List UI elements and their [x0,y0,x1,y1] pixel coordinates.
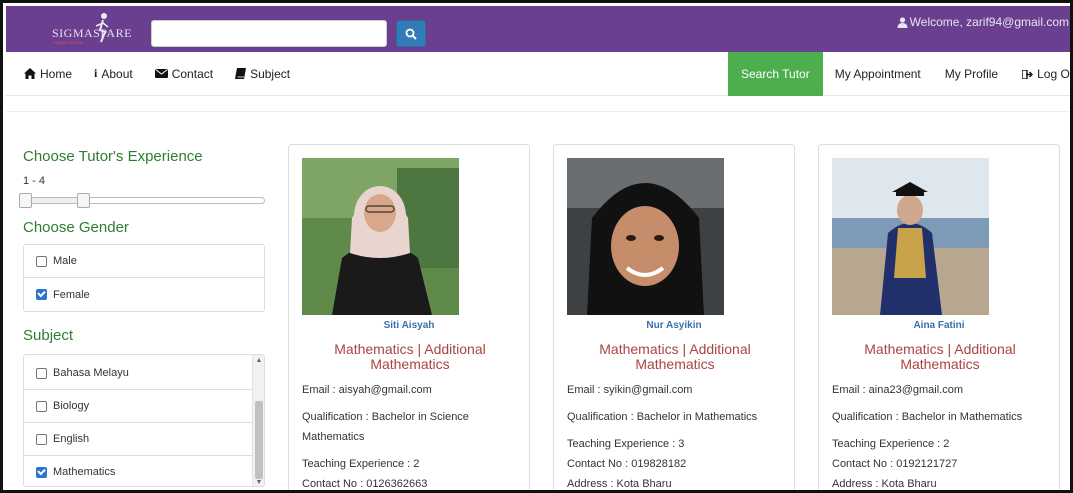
scroll-down-arrow-icon[interactable]: ▼ [255,479,263,486]
nav-contact[interactable]: Contact [154,66,214,81]
scroll-up-arrow-icon[interactable]: ▲ [255,357,263,365]
tutor-subjects: Mathematics | Additional Mathematics [864,341,1016,372]
subject-option-label: Mathematics [53,466,116,478]
tutor-qualification: Qualification : Bachelor in Mathematics [567,411,758,423]
subject-list-box[interactable]: Bahasa Melayu Biology English Mathematic… [23,354,265,487]
subject-option-label: Bahasa Melayu [53,367,129,379]
female-checkbox[interactable] [36,289,47,300]
male-checkbox[interactable] [36,255,47,267]
subject-option-english[interactable]: English [24,423,252,456]
slider-selected-range [23,197,85,204]
subject-option-biology[interactable]: Biology [24,390,252,423]
envelope-icon [154,69,168,78]
tutor-contact: Contact No : 019828182 [567,458,687,470]
tutor-photo-image [832,158,989,315]
tutor-card[interactable]: Nur Asyikin Mathematics | Additional Mat… [553,144,795,490]
nav-log-out[interactable]: Log Out [1010,52,1070,96]
slider-min-handle[interactable] [19,193,32,208]
subject-option-bahasa-melayu[interactable]: Bahasa Melayu [24,357,252,390]
nav-log-out-label: Log Out [1037,67,1070,81]
site-logo[interactable]: SIGMASPARE HOME TUITION [40,12,132,46]
tutor-experience: Teaching Experience : 3 [567,438,685,450]
gender-option-male[interactable]: Male [24,245,264,278]
subject-scrollbar[interactable]: ▲ ▼ [252,355,264,486]
tutor-photo-image [567,158,724,315]
tutor-email: Email : aina23@gmail.com [832,384,963,396]
search-button[interactable] [396,20,426,47]
mathematics-checkbox[interactable] [36,466,47,478]
biology-checkbox[interactable] [36,400,47,412]
tutor-contact: Contact No : 0192121727 [832,458,958,470]
tutor-qualification: Qualification : Bachelor in Mathematics [832,411,1023,423]
scroll-thumb[interactable] [255,401,263,479]
nav-contact-label: Contact [171,66,214,81]
logo-subtext: HOME TUITION [54,40,84,45]
tutor-photo [832,158,989,315]
tutor-name[interactable]: Nur Asyikin [554,320,794,331]
gender-option-label: Female [53,288,90,301]
nav-my-profile[interactable]: My Profile [933,52,1010,96]
tutor-name[interactable]: Siti Aisyah [289,320,529,331]
nav-about-label: About [101,66,133,81]
top-header: SIGMASPARE HOME TUITION Welcome, zarif94… [6,6,1070,52]
nav-my-appointment-label: My Appointment [834,67,921,81]
bahasa-melayu-checkbox[interactable] [36,367,47,379]
gender-option-female[interactable]: Female [24,278,264,311]
english-checkbox[interactable] [36,433,47,445]
tutor-subjects: Mathematics | Additional Mathematics [334,341,486,372]
tutor-photo [302,158,459,315]
welcome-user[interactable]: Welcome, zarif94@gmail.com [897,15,1069,29]
section-divider [6,111,1070,129]
subject-option-label: Biology [53,400,90,412]
info-icon: i [94,66,98,80]
nav-search-tutor[interactable]: Search Tutor [728,52,823,96]
tutor-address: Address : Kota Bharu [567,478,672,490]
tutor-subjects: Mathematics | Additional Mathematics [599,341,751,372]
tutor-photo-image [302,158,459,315]
tutor-card[interactable]: Siti Aisyah Mathematics | Additional Mat… [288,144,530,490]
gender-list: Male Female [23,244,265,312]
tutor-contact: Contact No : 0126362663 [302,478,428,490]
book-icon [235,68,247,79]
tutor-email: Email : syikin@gmail.com [567,384,693,396]
tutor-experience: Teaching Experience : 2 [832,438,950,450]
experience-heading: Choose Tutor's Experience [23,148,203,165]
user-icon [897,16,908,28]
gender-heading: Choose Gender [23,219,129,236]
tutor-email: Email : aisyah@gmail.com [302,384,432,396]
logout-icon [1022,69,1034,79]
welcome-text: Welcome, zarif94@gmail.com [909,15,1069,29]
experience-range-value: 1 - 4 [23,175,46,187]
slider-max-handle[interactable] [77,193,90,208]
nav-about[interactable]: i About [94,66,133,81]
subject-option-mathematics[interactable]: Mathematics [24,456,252,486]
search-input[interactable] [151,20,387,47]
subject-option-label: English [53,433,90,445]
tutor-qualification: Qualification : Bachelor in Science Math… [302,411,469,443]
tutor-photo [567,158,724,315]
gender-option-label: Male [53,255,77,267]
search-icon [405,28,417,40]
nav-home[interactable]: Home [24,66,72,81]
subject-heading: Subject [23,327,74,344]
nav-subject[interactable]: Subject [235,66,290,81]
nav-home-label: Home [40,66,73,81]
tutor-experience: Teaching Experience : 2 [302,458,420,470]
nav-my-profile-label: My Profile [944,67,999,81]
home-icon [24,68,36,79]
filter-sidebar: Choose Tutor's Experience 1 - 4 Choose G… [19,148,267,487]
nav-my-appointment[interactable]: My Appointment [823,52,933,96]
nav-search-tutor-label: Search Tutor [741,67,810,81]
tutor-card[interactable]: Aina Fatini Mathematics | Additional Mat… [818,144,1060,490]
nav-subject-label: Subject [250,66,291,81]
tutor-address: Address : Kota Bharu [832,478,937,490]
browser-frame: SIGMASPARE HOME TUITION Welcome, zarif94… [0,0,1073,493]
logo-text: SIGMASPARE [52,26,132,40]
tutor-name[interactable]: Aina Fatini [819,320,1059,331]
main-navbar: Home i About Contact Subject Search Tuto… [6,52,1070,96]
experience-slider[interactable] [19,193,265,208]
